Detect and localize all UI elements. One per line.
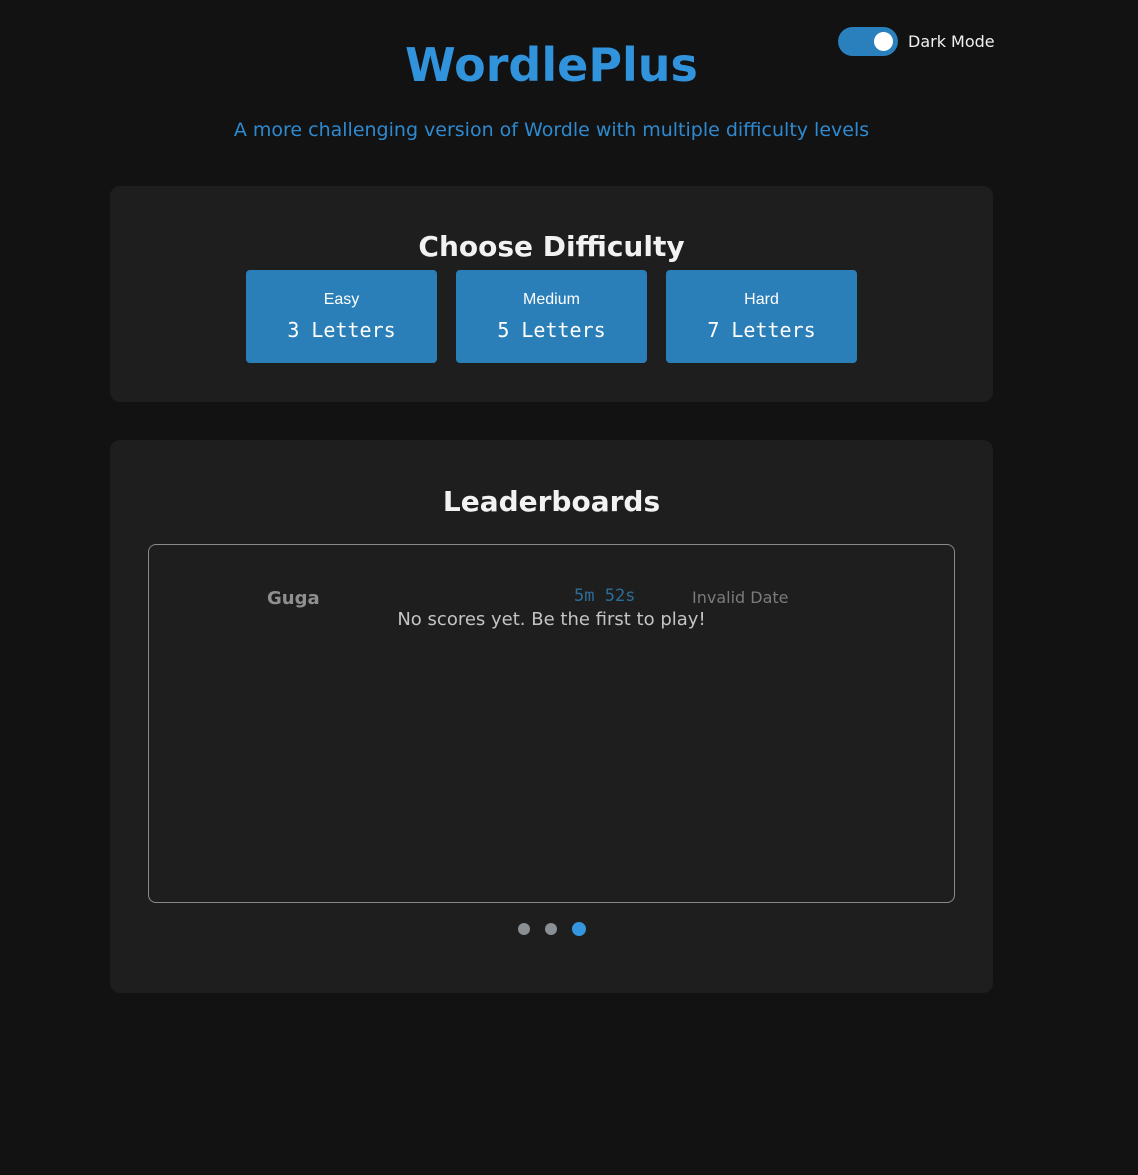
pagination-dot-2[interactable] xyxy=(545,923,557,935)
easy-button[interactable]: Easy 3 Letters xyxy=(246,270,437,363)
difficulty-heading: Choose Difficulty xyxy=(418,230,685,263)
leaderboards-heading: Leaderboards xyxy=(442,485,661,518)
leaderboard-time: 5m 52s xyxy=(574,586,636,606)
difficulty-level-label: Medium xyxy=(523,291,580,308)
difficulty-letters-label: 3 Letters xyxy=(287,318,396,342)
empty-leaderboard-message: No scores yet. Be the first to play! xyxy=(397,609,706,630)
leaderboard-player-name: Guga xyxy=(267,588,320,609)
leaderboard-date: Invalid Date xyxy=(692,588,789,607)
app-title: WordlePlus xyxy=(405,38,698,92)
medium-button[interactable]: Medium 5 Letters xyxy=(456,270,647,363)
pagination-dot-3[interactable] xyxy=(572,922,586,936)
difficulty-level-label: Hard xyxy=(744,291,779,308)
difficulty-card: Choose Difficulty Easy 3 Letters Medium … xyxy=(110,186,993,402)
leaderboard-pagination xyxy=(518,922,586,936)
leaderboards-card: Leaderboards Guga 5m 52s Invalid Date No… xyxy=(110,440,993,993)
pagination-dot-1[interactable] xyxy=(518,923,530,935)
difficulty-options: Easy 3 Letters Medium 5 Letters Hard 7 L… xyxy=(246,270,857,363)
difficulty-letters-label: 5 Letters xyxy=(497,318,606,342)
leaderboard-panel: Guga 5m 52s Invalid Date No scores yet. … xyxy=(148,544,955,903)
app-subtitle: A more challenging version of Wordle wit… xyxy=(233,119,870,141)
hard-button[interactable]: Hard 7 Letters xyxy=(666,270,857,363)
difficulty-letters-label: 7 Letters xyxy=(707,318,816,342)
difficulty-level-label: Easy xyxy=(323,291,360,308)
